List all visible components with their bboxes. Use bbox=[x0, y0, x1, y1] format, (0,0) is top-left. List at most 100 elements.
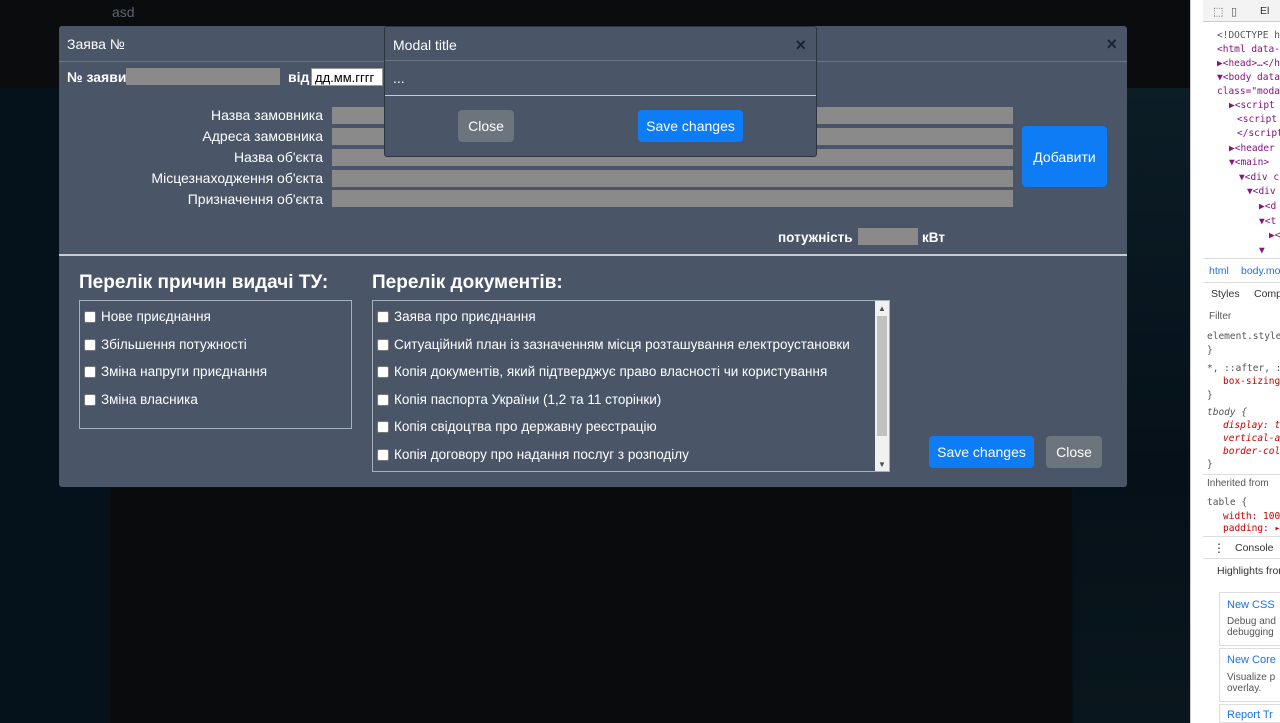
reason-checkbox[interactable] bbox=[84, 310, 96, 323]
styles-filter-input[interactable]: Filter bbox=[1209, 311, 1231, 322]
breadcrumb-item[interactable]: body.mo bbox=[1241, 265, 1280, 277]
modal-close-icon[interactable]: × bbox=[1106, 34, 1117, 55]
customer-address-label: Адреса замовника bbox=[202, 128, 323, 144]
style-rule-line: vertical-a bbox=[1223, 433, 1280, 444]
dom-node[interactable]: ▶<script bbox=[1229, 100, 1275, 111]
modal-dialog-close-icon[interactable]: × bbox=[795, 35, 806, 56]
reason-checkbox[interactable] bbox=[84, 338, 96, 351]
whats-new-card-text: Visualize p overlay. bbox=[1227, 672, 1276, 694]
style-rule-line: table { bbox=[1207, 497, 1248, 508]
whats-new-card-title[interactable]: New Core bbox=[1227, 654, 1276, 666]
dom-node[interactable]: ▼<div c bbox=[1239, 172, 1279, 183]
reason-label: Нове приєднання bbox=[101, 309, 211, 324]
reason-item[interactable]: Зміна напруги приєднання bbox=[84, 364, 267, 379]
console-tab[interactable]: Console bbox=[1235, 542, 1274, 554]
documents-list[interactable]: Заява про приєднання Ситуаційний план із… bbox=[372, 300, 890, 472]
reasons-title: Перелік причин видачі ТУ: bbox=[79, 272, 329, 293]
dom-node[interactable]: ▼<main> bbox=[1229, 157, 1269, 168]
devtools-divider bbox=[1203, 536, 1280, 537]
dom-node[interactable]: </script bbox=[1237, 128, 1280, 139]
whats-new-card[interactable]: New CSS Debug and debugging bbox=[1219, 592, 1280, 646]
style-rule-line: } bbox=[1207, 345, 1213, 356]
style-rule-line: display: t bbox=[1223, 420, 1280, 431]
dom-node[interactable]: ▼<t bbox=[1259, 216, 1276, 227]
save-changes-button[interactable]: Save changes bbox=[929, 436, 1034, 468]
dom-node[interactable]: ▶<d bbox=[1259, 201, 1276, 212]
document-checkbox[interactable] bbox=[377, 338, 389, 351]
dom-node[interactable]: ▼<div bbox=[1247, 186, 1276, 197]
whats-new-card-title[interactable]: Report Tr bbox=[1227, 709, 1273, 721]
document-item[interactable]: Заява про приєднання bbox=[377, 309, 536, 324]
reason-item[interactable]: Нове приєднання bbox=[84, 309, 211, 324]
dom-node[interactable]: ▶<header bbox=[1229, 143, 1275, 154]
dom-node[interactable]: <html data-1 bbox=[1217, 44, 1280, 55]
reason-checkbox[interactable] bbox=[84, 393, 96, 406]
object-purpose-input[interactable] bbox=[332, 190, 1013, 207]
modal-dialog-divider bbox=[385, 95, 816, 96]
dom-node[interactable]: ▼<body data bbox=[1217, 72, 1280, 83]
customer-name-label: Назва замовника bbox=[211, 107, 323, 123]
devtools-divider bbox=[1203, 282, 1280, 283]
application-number-label: № заяви bbox=[67, 69, 127, 85]
close-button[interactable]: Close bbox=[1046, 436, 1102, 468]
modal-dialog-save-button[interactable]: Save changes bbox=[638, 110, 743, 142]
documents-scrollbar[interactable]: ▲ ▼ bbox=[875, 301, 889, 471]
dom-node[interactable]: <script bbox=[1237, 114, 1277, 125]
inspect-icon[interactable]: ⬚ bbox=[1213, 5, 1223, 18]
document-item[interactable]: Ситуаційний план із зазначенням місця ро… bbox=[377, 337, 850, 352]
reason-item[interactable]: Збільшення потужності bbox=[84, 337, 247, 352]
document-checkbox[interactable] bbox=[377, 365, 389, 378]
computed-tab[interactable]: Comp bbox=[1254, 288, 1280, 300]
reason-item[interactable]: Зміна власника bbox=[84, 392, 198, 407]
devtools-tab-elements[interactable]: El bbox=[1260, 5, 1269, 17]
application-number-input[interactable] bbox=[126, 68, 280, 85]
whats-new-card-title[interactable]: New CSS bbox=[1227, 599, 1275, 611]
dom-node[interactable]: ▼ bbox=[1259, 245, 1265, 256]
document-item[interactable]: Копія свідоцтва про державну реєстрацію bbox=[377, 419, 657, 434]
console-menu-icon[interactable]: ⋮ bbox=[1213, 541, 1225, 555]
document-checkbox[interactable] bbox=[377, 448, 389, 461]
dom-node[interactable]: class="moda bbox=[1217, 86, 1280, 97]
style-rule-line: } bbox=[1207, 390, 1213, 401]
modal-dialog: Modal title × ... Close Save changes bbox=[384, 26, 817, 157]
power-label: потужність bbox=[778, 230, 853, 245]
modal-dialog-header: Modal title × bbox=[385, 27, 816, 61]
power-unit: кВт bbox=[922, 230, 945, 245]
document-item[interactable]: Копія договору про надання послуг з розп… bbox=[377, 447, 689, 462]
dom-node[interactable]: ▶<head>…</h bbox=[1217, 58, 1280, 69]
dom-node[interactable]: <!DOCTYPE ht bbox=[1217, 30, 1280, 41]
power-input[interactable] bbox=[858, 228, 918, 245]
add-button[interactable]: Добавити bbox=[1022, 126, 1107, 187]
dom-node[interactable]: ▶< bbox=[1269, 230, 1280, 241]
scroll-up-icon[interactable]: ▲ bbox=[875, 301, 889, 315]
whats-new-card[interactable]: New Core Visualize p overlay. bbox=[1219, 648, 1280, 702]
document-label: Копія свідоцтва про державну реєстрацію bbox=[394, 419, 657, 434]
devtools-divider bbox=[1203, 558, 1280, 559]
scroll-thumb[interactable] bbox=[877, 316, 887, 436]
document-label: Копія документів, який підтверджує право… bbox=[394, 364, 828, 379]
scroll-down-icon[interactable]: ▼ bbox=[875, 457, 889, 471]
document-checkbox[interactable] bbox=[377, 310, 389, 323]
document-item[interactable]: Копія паспорта України (1,2 та 11 сторін… bbox=[377, 392, 661, 407]
section-divider bbox=[59, 254, 1127, 256]
background-header-text: asd bbox=[112, 4, 135, 20]
breadcrumb-item[interactable]: html bbox=[1209, 265, 1229, 277]
document-item[interactable]: Копія документів, який підтверджує право… bbox=[377, 364, 827, 379]
style-rule-line: element.style bbox=[1207, 331, 1280, 342]
modal-dialog-close-button[interactable]: Close bbox=[458, 110, 514, 142]
application-date-input[interactable]: дд.мм.гггг bbox=[311, 68, 383, 86]
devtools-divider bbox=[1203, 474, 1280, 475]
document-checkbox[interactable] bbox=[377, 393, 389, 406]
reason-checkbox[interactable] bbox=[84, 365, 96, 378]
reason-label: Зміна власника bbox=[101, 392, 198, 407]
whats-new-card[interactable]: Report Tr bbox=[1219, 704, 1280, 723]
object-name-label: Назва об'єкта bbox=[233, 149, 323, 165]
styles-tab[interactable]: Styles bbox=[1211, 288, 1240, 300]
modal-dialog-body: ... bbox=[393, 70, 405, 86]
document-checkbox[interactable] bbox=[377, 420, 389, 433]
reason-label: Зміна напруги приєднання bbox=[101, 364, 268, 379]
documents-title: Перелік документів: bbox=[372, 272, 563, 293]
object-location-input[interactable] bbox=[332, 170, 1013, 187]
device-toggle-icon[interactable]: ▯ bbox=[1231, 5, 1237, 18]
document-label: Копія паспорта України (1,2 та 11 сторін… bbox=[394, 392, 662, 407]
